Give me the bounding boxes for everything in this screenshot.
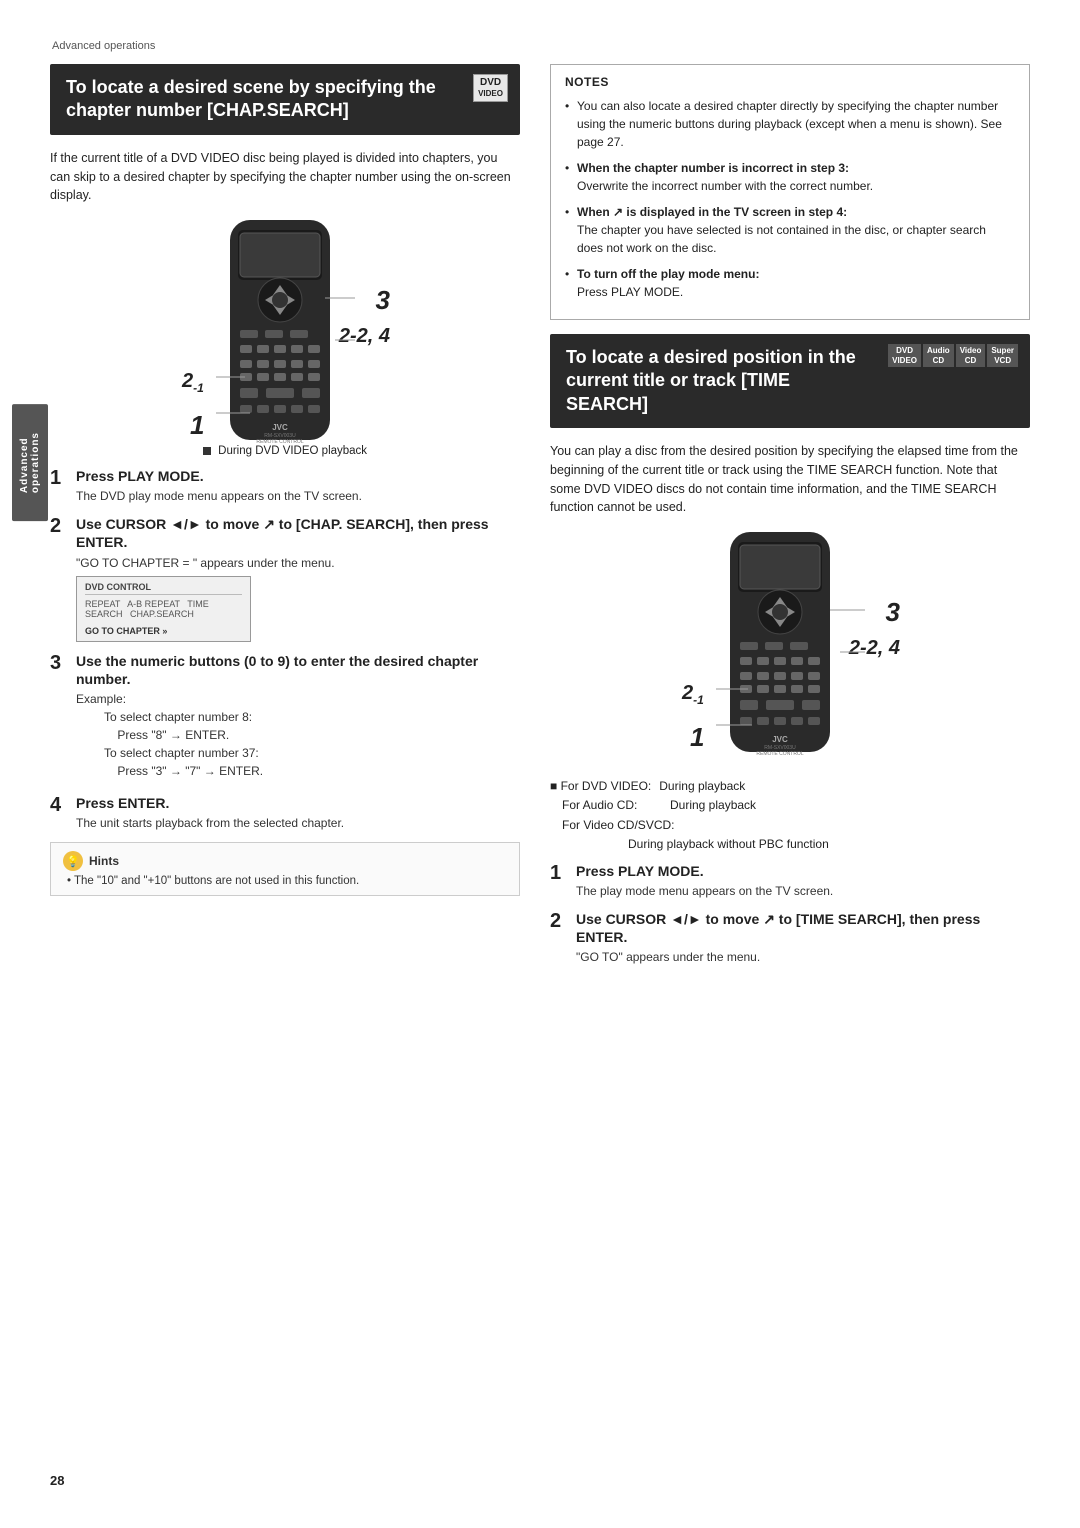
notes-title: NOTES	[565, 75, 1015, 89]
badge-audio: AudioCD	[923, 344, 954, 367]
left-body-text: If the current title of a DVD VIDEO disc…	[50, 149, 520, 205]
multi-badge: DVDVIDEO AudioCD VideoCD SuperVCD	[888, 344, 1018, 367]
breadcrumb: Advanced operations	[52, 40, 1030, 52]
left-remote-caption: During DVD VIDEO playback	[50, 445, 520, 457]
note-3-bold: When ↗ is displayed in the TV screen in …	[577, 205, 847, 219]
step-label-3: 3	[376, 285, 390, 316]
step-label-1: 1	[190, 410, 204, 441]
hints-text: • The "10" and "+10" buttons are not use…	[63, 875, 507, 887]
right-step-2: 2 Use CURSOR ◄/► to move ↗ to [TIME SEAR…	[550, 910, 1030, 966]
step-4-title: Press ENTER.	[76, 794, 520, 812]
badge-dvd: DVDVIDEO	[888, 344, 921, 367]
note-2-sub: Overwrite the incorrect number with the …	[577, 179, 873, 193]
right-remote-area: JVC RM-SXV003U REMOTE CONTROL 3 2-2, 4 2…	[550, 527, 1030, 767]
hints-label: Hints	[89, 854, 119, 868]
left-section-title: To locate a desired scene by specifying …	[66, 76, 504, 123]
right-step-label-3: 3	[886, 597, 900, 628]
step-3-sub2: To select chapter number 8: Press "8" → …	[104, 708, 520, 780]
svg-text:JVC: JVC	[772, 735, 788, 744]
left-section-header: To locate a desired scene by specifying …	[50, 64, 520, 135]
step-1: 1 Press PLAY MODE. The DVD play mode men…	[50, 467, 520, 505]
right-column: NOTES You can also locate a desired chap…	[550, 64, 1030, 976]
right-step-label-2-1: 2-1	[682, 682, 704, 707]
hints-box: 💡 Hints • The "10" and "+10" buttons are…	[50, 842, 520, 896]
badge-video: VideoCD	[956, 344, 986, 367]
playback-list: ■ For DVD VIDEO: During playback For Aud…	[550, 777, 1030, 854]
right-remote-svg: JVC RM-SXV003U REMOTE CONTROL	[710, 527, 850, 757]
note-4: To turn off the play mode menu: Press PL…	[565, 265, 1015, 301]
note-4-sub: Press PLAY MODE.	[577, 285, 683, 299]
notes-box: NOTES You can also locate a desired chap…	[550, 64, 1030, 320]
step-3-title: Use the numeric buttons (0 to 9) to ente…	[76, 652, 520, 688]
page-number: 28	[50, 1473, 64, 1488]
right-step-1-title: Press PLAY MODE.	[576, 862, 1030, 880]
svg-text:JVC: JVC	[272, 423, 288, 432]
note-2: When the chapter number is incorrect in …	[565, 159, 1015, 195]
svg-text:REMOTE CONTROL: REMOTE CONTROL	[256, 439, 303, 445]
step-3: 3 Use the numeric buttons (0 to 9) to en…	[50, 652, 520, 784]
left-remote-area: JVC RM-SXV003U REMOTE CONTROL 3 2-2, 4 2…	[50, 215, 520, 445]
right-step-label-2-2-4: 2-2, 4	[849, 637, 900, 660]
hints-header: 💡 Hints	[63, 851, 507, 871]
step-label-2-1: 2-1	[182, 370, 204, 395]
menu-screen: DVD CONTROL REPEAT A-B REPEAT TIME SEARC…	[76, 576, 251, 642]
step-2: 2 Use CURSOR ◄/► to move ↗ to [CHAP. SEA…	[50, 515, 520, 641]
badge-super: SuperVCD	[987, 344, 1018, 367]
note-1: You can also locate a desired chapter di…	[565, 97, 1015, 151]
left-column: Advanced operations To locate a desired …	[50, 64, 520, 976]
page: Advanced operations Advanced operations …	[0, 0, 1080, 1528]
hints-icon: 💡	[63, 851, 83, 871]
remote-svg: JVC RM-SXV003U REMOTE CONTROL	[210, 215, 350, 445]
step-1-title: Press PLAY MODE.	[76, 467, 520, 485]
step-2-sub: "GO TO CHAPTER = " appears under the men…	[76, 554, 520, 572]
step-4: 4 Press ENTER. The unit starts playback …	[50, 794, 520, 832]
right-body-text: You can play a disc from the desired pos…	[550, 442, 1030, 517]
right-step-1: 1 Press PLAY MODE. The play mode menu ap…	[550, 862, 1030, 900]
step-1-sub: The DVD play mode menu appears on the TV…	[76, 487, 520, 505]
adv-ops-tab: Advanced operations	[12, 404, 48, 521]
step-label-2-2-4: 2-2, 4	[339, 325, 390, 348]
step-4-sub: The unit starts playback from the select…	[76, 814, 520, 832]
note-3: When ↗ is displayed in the TV screen in …	[565, 203, 1015, 257]
note-2-bold: When the chapter number is incorrect in …	[577, 161, 849, 175]
right-step-1-sub: The play mode menu appears on the TV scr…	[576, 882, 1030, 900]
note-4-bold: To turn off the play mode menu:	[577, 267, 759, 281]
right-section-title: To locate a desired position in the curr…	[566, 346, 920, 416]
dvd-badge: DVD VIDEO	[473, 74, 508, 102]
right-step-2-sub: "GO TO" appears under the menu.	[576, 948, 1030, 966]
right-step-label-1: 1	[690, 722, 704, 753]
svg-text:REMOTE CONTROL: REMOTE CONTROL	[756, 751, 803, 757]
step-3-sub: Example:	[76, 690, 520, 708]
step-2-title: Use CURSOR ◄/► to move ↗ to [CHAP. SEARC…	[76, 515, 520, 551]
right-section-header: To locate a desired position in the curr…	[550, 334, 1030, 428]
right-step-2-title: Use CURSOR ◄/► to move ↗ to [TIME SEARCH…	[576, 910, 1030, 946]
note-3-sub: The chapter you have selected is not con…	[577, 223, 986, 255]
